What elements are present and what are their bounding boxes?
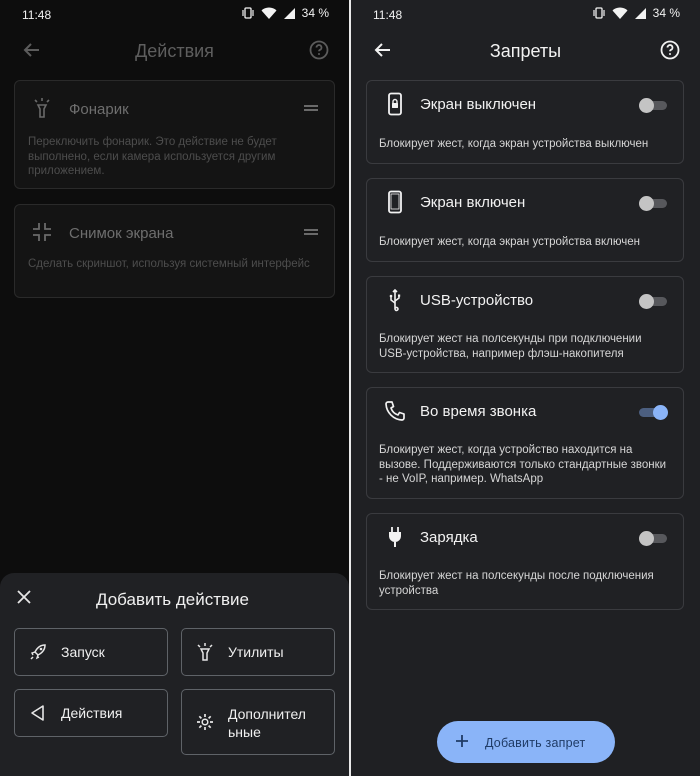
restrictions-screen: 11:48 34 % Запреты Экран выключен Блокир… <box>351 0 700 776</box>
sheet-title: Добавить действие <box>96 590 249 609</box>
restriction-toggle[interactable] <box>639 531 667 546</box>
flashlight-icon <box>195 642 215 662</box>
add-action-sheet: Добавить действие Запуск Утилиты Действи… <box>0 573 349 776</box>
status-bar: 11:48 34 % <box>0 0 349 30</box>
restriction-card-usb[interactable]: USB-устройство Блокирует жест на полсеку… <box>366 276 684 373</box>
page-title: Запреты <box>489 41 562 61</box>
restriction-card-description: Блокирует жест на полсекунды при подключ… <box>379 333 642 360</box>
status-bar: 11:48 34 % <box>351 0 700 30</box>
battery-level: 34 % <box>652 6 680 20</box>
action-card-flashlight[interactable]: Фонарик Переключить фонарик. Это действи… <box>14 80 335 189</box>
restriction-toggle[interactable] <box>639 294 667 309</box>
button-label: Утилиты <box>228 644 284 660</box>
restriction-card-call[interactable]: Во время звонка Блокирует жест, когда ус… <box>366 387 684 499</box>
actions-button[interactable]: Действия <box>14 689 168 737</box>
signal-icon <box>634 7 647 20</box>
action-card-screenshot[interactable]: Снимок экрана Сделать скриншот, использу… <box>14 204 335 298</box>
add-restriction-button[interactable]: Добавить запрет <box>437 721 615 763</box>
drag-handle-icon[interactable] <box>304 229 318 235</box>
vibrate-icon <box>241 6 255 20</box>
status-time: 11:48 <box>22 8 52 22</box>
charger-plug-icon <box>383 525 407 549</box>
restriction-card-screen-on[interactable]: Экран включен Блокирует жест, когда экра… <box>366 178 684 262</box>
restriction-card-description: Блокирует жест, когда экран устройства в… <box>379 138 649 150</box>
launch-button[interactable]: Запуск <box>14 628 168 676</box>
restriction-card-title: Во время звонка <box>420 403 537 420</box>
button-label: Дополнител ьные <box>228 706 306 740</box>
action-card-title: Снимок экрана <box>69 225 174 242</box>
drag-handle-icon[interactable] <box>304 105 318 111</box>
restriction-card-charging[interactable]: Зарядка Блокирует жест на полсекунды пос… <box>366 513 684 610</box>
signal-icon <box>283 7 296 20</box>
restriction-card-title: Зарядка <box>420 529 478 546</box>
call-icon <box>383 399 407 423</box>
restriction-card-title: USB-устройство <box>420 292 534 309</box>
restriction-toggle[interactable] <box>639 196 667 211</box>
rocket-icon <box>28 642 48 662</box>
vibrate-icon <box>592 6 606 20</box>
add-restriction-label: Добавить запрет <box>485 736 586 750</box>
gear-icon <box>195 712 215 732</box>
button-label: Запуск <box>61 644 105 660</box>
plus-icon <box>455 734 469 748</box>
phone-icon <box>383 190 407 214</box>
restriction-card-description: Блокирует жест, когда экран устройства в… <box>379 236 640 248</box>
action-card-title: Фонарик <box>69 101 129 118</box>
close-icon[interactable] <box>16 589 32 605</box>
additional-button[interactable]: Дополнител ьные <box>181 689 335 755</box>
restriction-card-description: Блокирует жест на полсекунды после подкл… <box>379 570 654 597</box>
phone-lock-icon <box>383 92 407 116</box>
restriction-card-screen-off[interactable]: Экран выключен Блокирует жест, когда экр… <box>366 80 684 164</box>
wifi-icon <box>612 7 628 20</box>
page-title: Действия <box>135 41 214 61</box>
screenshot-icon <box>31 221 53 243</box>
action-card-description: Сделать скриншот, используя системный ин… <box>28 258 310 270</box>
restriction-card-description: Блокирует жест, когда устройство находит… <box>379 444 667 485</box>
restriction-toggle[interactable] <box>639 98 667 113</box>
app-bar: Запреты <box>351 30 700 72</box>
action-card-description: Переключить фонарик. Это действие не буд… <box>28 136 277 177</box>
button-label: Действия <box>61 705 123 721</box>
restriction-card-title: Экран выключен <box>420 96 537 113</box>
flashlight-icon <box>31 97 53 119</box>
app-bar: Действия <box>0 30 349 72</box>
actions-screen: 11:48 34 % Действия Фонарик Переключить … <box>0 0 349 776</box>
utilities-button[interactable]: Утилиты <box>181 628 335 676</box>
usb-icon <box>383 288 407 312</box>
help-icon[interactable] <box>658 38 682 62</box>
restriction-card-title: Экран включен <box>420 194 526 211</box>
triangle-back-icon <box>28 703 48 723</box>
status-time: 11:48 <box>373 8 403 22</box>
wifi-icon <box>261 7 277 20</box>
help-icon[interactable] <box>307 38 331 62</box>
restriction-toggle[interactable] <box>639 405 668 420</box>
battery-level: 34 % <box>301 6 329 20</box>
